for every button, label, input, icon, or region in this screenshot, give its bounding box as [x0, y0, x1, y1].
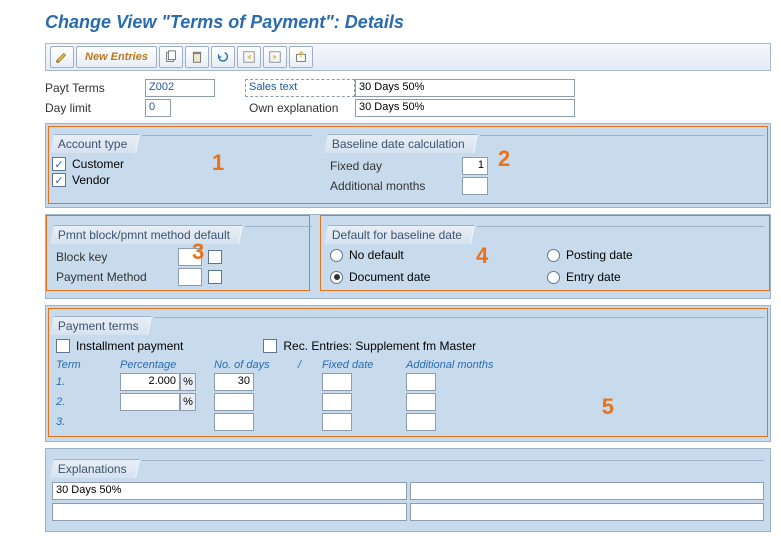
document-date-label: Document date — [349, 270, 430, 284]
copy-button[interactable] — [159, 46, 183, 68]
toolbar: New Entries — [45, 43, 771, 71]
table-row: 2. % — [52, 393, 764, 411]
col-term: Term — [56, 359, 116, 371]
vendor-label: Vendor — [72, 173, 110, 187]
delete-button[interactable] — [185, 46, 209, 68]
expl-input-1[interactable]: 30 Days 50% — [52, 482, 407, 500]
pct-input[interactable]: 2.000 — [120, 373, 180, 391]
group-baseline-calc: Baseline date calculation Fixed day 1 Ad… — [326, 130, 764, 197]
day-limit-label: Day limit — [45, 99, 145, 117]
group-explanations: Explanations 30 Days 50% — [52, 455, 764, 521]
posting-date-label: Posting date — [566, 248, 633, 262]
group-pmnt-block: Pmnt block/pmnt method default Block key… — [52, 221, 312, 288]
block-key-label: Block key — [52, 250, 172, 264]
group-account-type: Account type ✓ Customer ✓ Vendor 1 — [52, 130, 312, 197]
add-months-input[interactable] — [462, 177, 488, 195]
entry-date-label: Entry date — [566, 270, 621, 284]
prev-button[interactable] — [237, 46, 261, 68]
new-entries-button[interactable]: New Entries — [76, 46, 157, 68]
row-num: 3. — [56, 416, 116, 428]
fixed-input[interactable] — [322, 413, 352, 431]
addm-input[interactable] — [406, 393, 436, 411]
baseline-calc-title: Baseline date calculation — [332, 137, 465, 151]
group-payment-terms: Payment terms Installment payment Rec. E… — [52, 312, 764, 431]
account-type-title: Account type — [58, 137, 127, 151]
col-slash: / — [298, 359, 318, 371]
header-grid: Payt Terms Z002 Sales text 30 Days 50% D… — [45, 79, 771, 117]
pay-method-input[interactable] — [178, 268, 202, 286]
own-expl-value[interactable]: 30 Days 50% — [355, 99, 575, 117]
pmnt-block-title: Pmnt block/pmnt method default — [58, 228, 230, 242]
fixed-day-label: Fixed day — [326, 159, 456, 173]
own-expl-label: Own explanation — [245, 99, 355, 117]
next-button[interactable] — [263, 46, 287, 68]
group-default-baseline: Default for baseline date No default Pos… — [326, 221, 764, 288]
no-default-label: No default — [349, 248, 404, 262]
sales-text-value[interactable]: 30 Days 50% — [355, 79, 575, 97]
installment-label: Installment payment — [76, 339, 183, 353]
days-input[interactable] — [214, 413, 254, 431]
day-limit-value[interactable]: 0 — [145, 99, 171, 117]
rec-entries-checkbox[interactable] — [263, 339, 277, 353]
explanations-title: Explanations — [58, 462, 127, 476]
radio-entry-date[interactable] — [547, 271, 560, 284]
sales-text-label[interactable]: Sales text — [245, 79, 355, 97]
radio-no-default[interactable] — [330, 249, 343, 262]
col-addm: Additional months — [406, 359, 526, 371]
addm-input[interactable] — [406, 373, 436, 391]
col-fixed: Fixed date — [322, 359, 402, 371]
pay-method-check[interactable] — [208, 270, 222, 284]
expl-input-2[interactable] — [410, 482, 765, 500]
row-num: 1. — [56, 376, 116, 388]
block-key-input[interactable] — [178, 248, 202, 266]
expl-input-4[interactable] — [410, 503, 765, 521]
export-button[interactable] — [289, 46, 313, 68]
page-title: Change View "Terms of Payment": Details — [45, 6, 771, 43]
add-months-label: Additional months — [326, 179, 456, 193]
col-pct: Percentage — [120, 359, 210, 371]
radio-document-date[interactable] — [330, 271, 343, 284]
fixed-input[interactable] — [322, 373, 352, 391]
pct-input[interactable] — [120, 393, 180, 411]
pct-sign: % — [180, 373, 196, 391]
undo-button[interactable] — [211, 46, 235, 68]
rec-entries-label: Rec. Entries: Supplement fm Master — [283, 339, 476, 353]
payment-terms-title: Payment terms — [58, 319, 139, 333]
row-num: 2. — [56, 396, 116, 408]
radio-posting-date[interactable] — [547, 249, 560, 262]
expl-input-3[interactable] — [52, 503, 407, 521]
customer-label: Customer — [72, 157, 124, 171]
default-baseline-title: Default for baseline date — [332, 228, 462, 242]
installment-checkbox[interactable] — [56, 339, 70, 353]
block-key-check[interactable] — [208, 250, 222, 264]
vendor-checkbox[interactable]: ✓ — [52, 173, 66, 187]
table-row: 1. 2.000% 30 — [52, 373, 764, 391]
payt-terms-value[interactable]: Z002 — [145, 79, 215, 97]
fixed-input[interactable] — [322, 393, 352, 411]
pct-sign: % — [180, 393, 196, 411]
toggle-button[interactable] — [50, 46, 74, 68]
days-input[interactable]: 30 — [214, 373, 254, 391]
customer-checkbox[interactable]: ✓ — [52, 157, 66, 171]
days-input[interactable] — [214, 393, 254, 411]
fixed-day-input[interactable]: 1 — [462, 157, 488, 175]
table-row: 3. — [52, 413, 764, 431]
addm-input[interactable] — [406, 413, 436, 431]
col-days: No. of days — [214, 359, 294, 371]
payt-terms-label: Payt Terms — [45, 79, 145, 97]
pay-method-label: Payment Method — [52, 270, 172, 284]
